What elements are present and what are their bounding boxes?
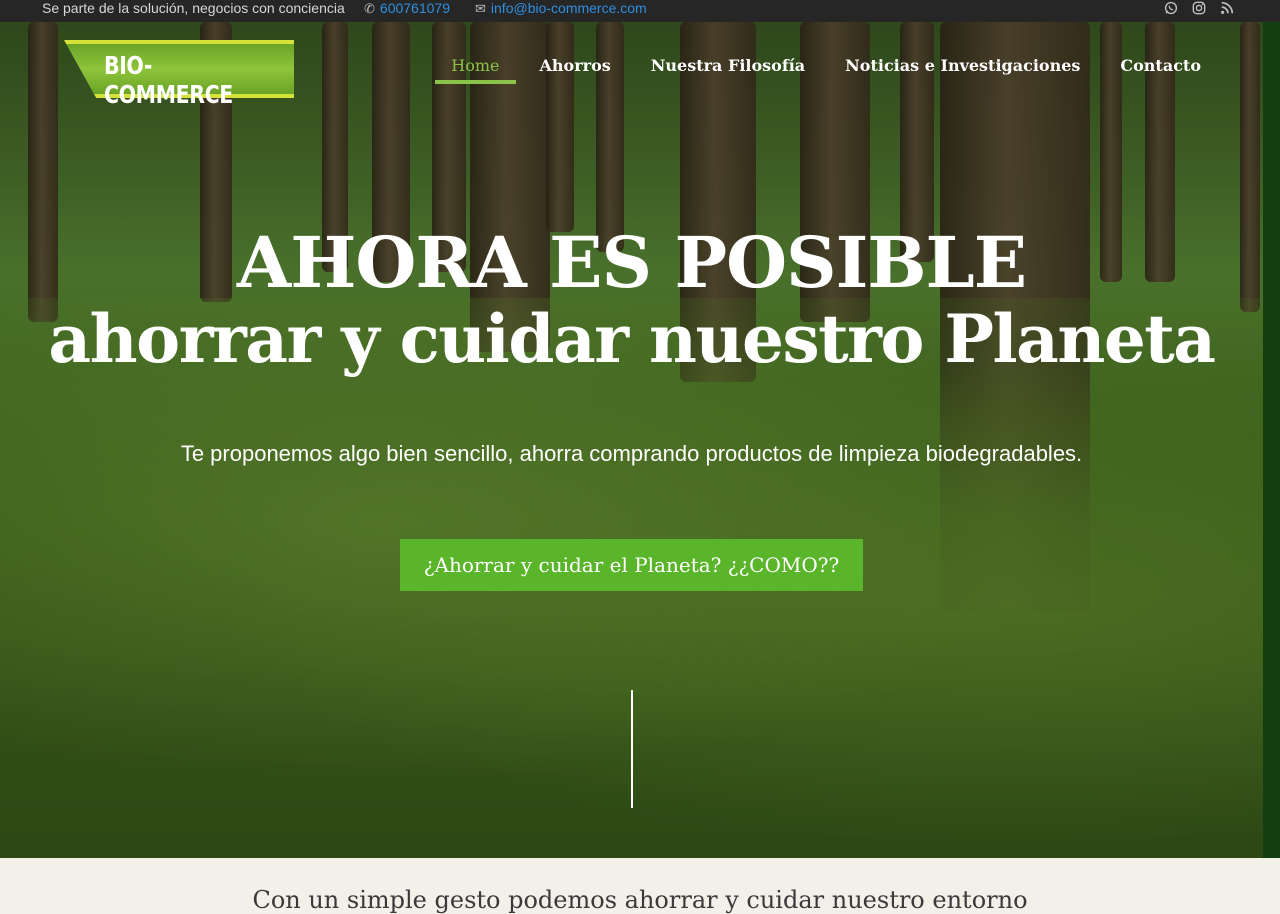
- slogan-text: Se parte de la solución, negocios con co…: [42, 0, 345, 16]
- email-link[interactable]: ✉ info@bio-commerce.com: [475, 0, 647, 17]
- side-scroll-strip: [1263, 22, 1280, 858]
- whatsapp-icon[interactable]: [1164, 1, 1178, 15]
- cta-button[interactable]: ¿Ahorrar y cuidar el Planeta? ¿¿COMO??: [400, 539, 863, 591]
- rss-icon[interactable]: [1220, 1, 1234, 15]
- hero-title-line1: AHORA ES POSIBLE: [236, 221, 1027, 304]
- hero-section: BIO-COMMERCE Home Ahorros Nuestra Filoso…: [0, 22, 1263, 858]
- top-bar: Se parte de la solución, negocios con co…: [0, 0, 1280, 22]
- nav-item-contacto[interactable]: Contacto: [1120, 56, 1201, 75]
- nav-item-ahorros[interactable]: Ahorros: [540, 56, 611, 75]
- phone-link[interactable]: ✆ 600761079: [364, 0, 450, 17]
- envelope-icon: ✉: [475, 1, 486, 16]
- phone-number[interactable]: 600761079: [380, 0, 450, 16]
- nav-item-noticias[interactable]: Noticias e Investigaciones: [845, 56, 1080, 75]
- logo-text: BIO-COMMERCE: [104, 51, 233, 109]
- nav-item-home[interactable]: Home: [435, 56, 516, 84]
- phone-icon: ✆: [364, 1, 375, 16]
- scroll-indicator-line: [631, 690, 633, 808]
- instagram-icon[interactable]: [1192, 1, 1206, 15]
- social-links: [1164, 0, 1234, 16]
- email-address[interactable]: info@bio-commerce.com: [491, 0, 647, 16]
- site-logo[interactable]: BIO-COMMERCE: [64, 40, 294, 109]
- nav-item-nuestra-filosofia[interactable]: Nuestra Filosofía: [651, 56, 805, 75]
- hero-title-line2: ahorrar y cuidar nuestro Planeta: [48, 300, 1216, 378]
- main-navigation: Home Ahorros Nuestra Filosofía Noticias …: [435, 56, 1201, 84]
- intro-heading: Con un simple gesto podemos ahorrar y cu…: [252, 886, 1028, 914]
- intro-section: Con un simple gesto podemos ahorrar y cu…: [0, 858, 1280, 914]
- hero-lead-text: Te proponemos algo bien sencillo, ahorra…: [180, 441, 1083, 466]
